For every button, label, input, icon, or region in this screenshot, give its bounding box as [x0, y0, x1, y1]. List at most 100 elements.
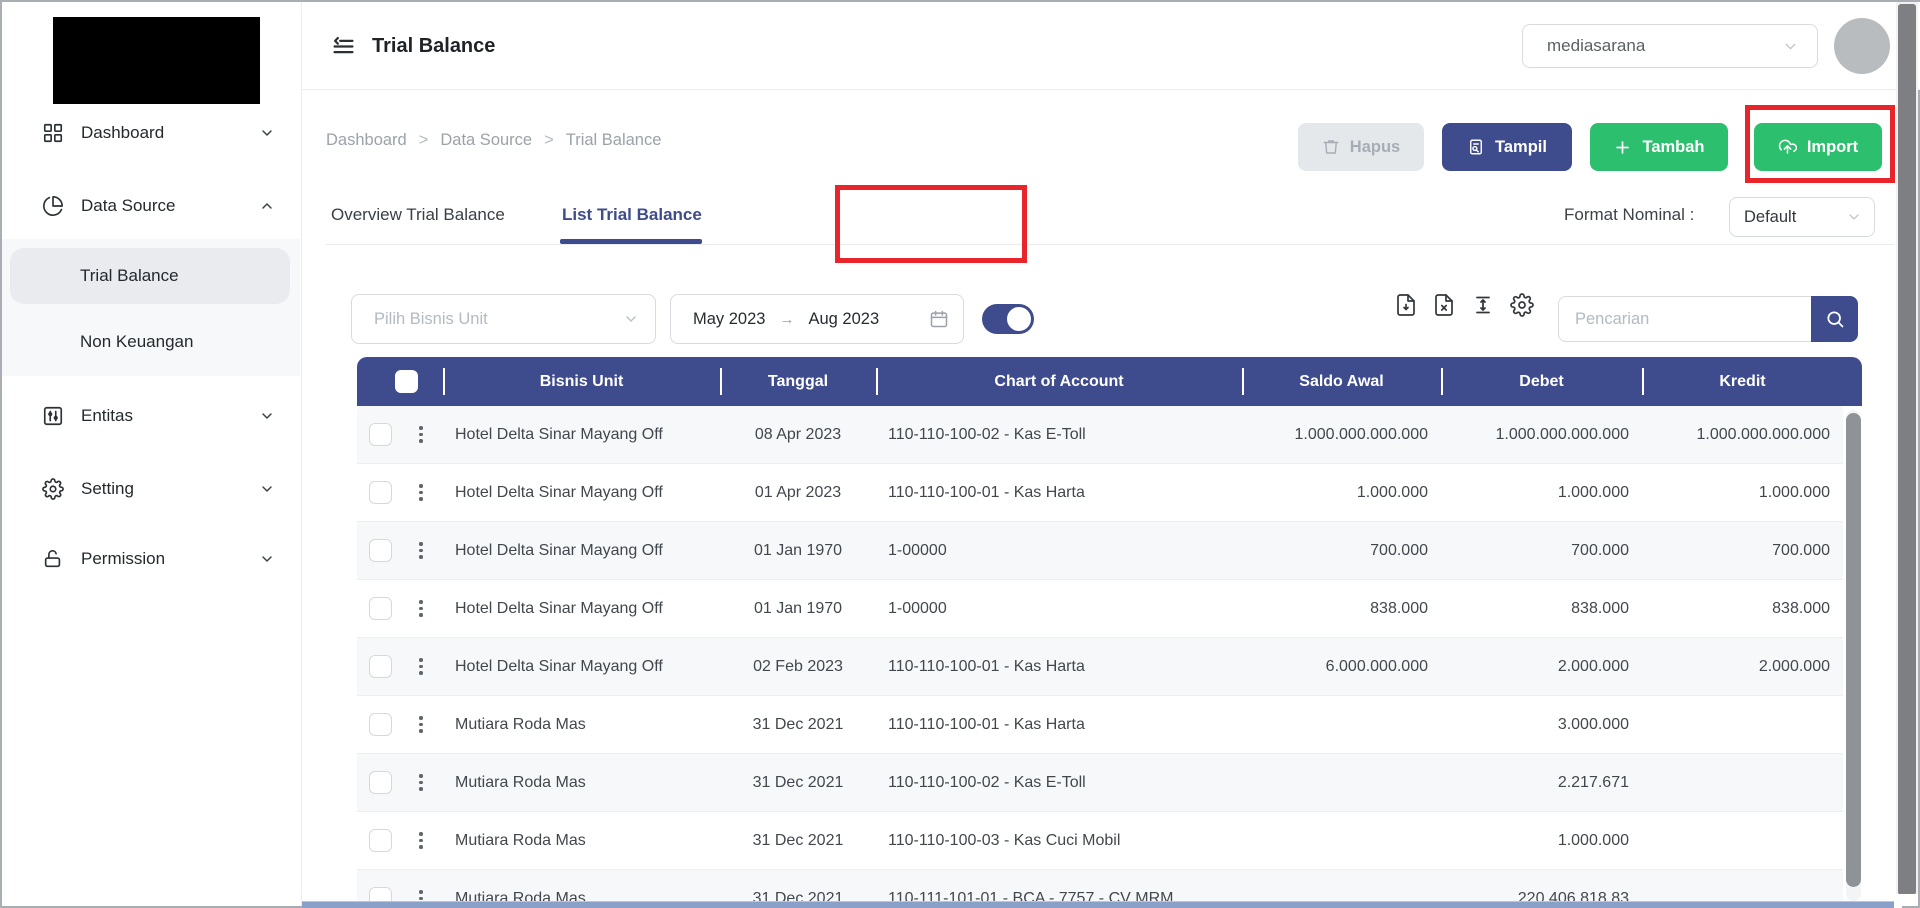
date-from-value: May 2023	[693, 310, 765, 329]
tabs-divider	[326, 244, 1894, 245]
date-range-arrow-icon: →	[775, 311, 798, 328]
cell-kredit: 1.000.000.000.000	[1642, 406, 1843, 463]
user-avatar[interactable]	[1834, 18, 1890, 74]
cell-kredit	[1642, 812, 1843, 869]
sidebar-item-label: Setting	[81, 479, 134, 499]
hapus-button[interactable]: Hapus	[1298, 123, 1424, 171]
format-nominal-label: Format Nominal :	[1564, 186, 1694, 244]
bisnis-unit-select[interactable]: Pilih Bisnis Unit	[351, 294, 656, 344]
breadcrumb-dashboard[interactable]: Dashboard	[326, 131, 407, 150]
sidebar-item-setting[interactable]: Setting	[20, 467, 289, 511]
table-body: Hotel Delta Sinar Mayang Off 08 Apr 2023…	[357, 406, 1862, 908]
cell-kredit: 700.000	[1642, 522, 1843, 579]
cell-saldo-awal: 1.000.000	[1242, 464, 1441, 521]
cell-kredit	[1642, 754, 1843, 811]
row-menu-kebab-icon[interactable]	[414, 774, 428, 791]
sidebar: Dashboard Data Source Trial Balance Non …	[2, 2, 302, 906]
cell-bisnis-unit: Hotel Delta Sinar Mayang Off	[443, 638, 720, 695]
table-settings-icon[interactable]	[1510, 293, 1534, 317]
page-scrollbar-thumb[interactable]	[1898, 4, 1916, 895]
column-header-saldo-awal[interactable]: Saldo Awal	[1242, 357, 1441, 406]
sidebar-item-label: Non Keuangan	[80, 332, 193, 352]
search-input[interactable]	[1558, 296, 1811, 342]
row-menu-kebab-icon[interactable]	[414, 426, 428, 443]
breadcrumb-data-source[interactable]: Data Source	[440, 131, 532, 150]
cell-debet: 1.000.000	[1441, 812, 1642, 869]
sidebar-collapse-icon[interactable]	[330, 33, 357, 60]
cell-bisnis-unit: Hotel Delta Sinar Mayang Off	[443, 406, 720, 463]
chevron-down-icon	[1782, 38, 1799, 55]
sidebar-item-trial-balance[interactable]: Trial Balance	[10, 248, 290, 304]
page-scrollbar-track[interactable]	[1896, 2, 1918, 906]
column-header-bisnis-unit[interactable]: Bisnis Unit	[443, 357, 720, 406]
sidebar-item-dashboard[interactable]: Dashboard	[20, 111, 289, 155]
cell-debet: 2.000.000	[1441, 638, 1642, 695]
chevron-down-icon	[1846, 209, 1862, 225]
cell-kredit	[1642, 696, 1843, 753]
data-source-submenu: Trial Balance Non Keuangan	[2, 239, 300, 376]
row-checkbox[interactable]	[369, 655, 392, 678]
filter-toggle[interactable]	[982, 304, 1034, 334]
row-checkbox[interactable]	[369, 597, 392, 620]
row-checkbox[interactable]	[369, 481, 392, 504]
column-header-debet[interactable]: Debet	[1441, 357, 1642, 406]
cell-tanggal: 01 Apr 2023	[720, 464, 876, 521]
row-checkbox[interactable]	[369, 539, 392, 562]
row-checkbox[interactable]	[369, 713, 392, 736]
tampil-button[interactable]: Tampil	[1442, 123, 1572, 171]
row-menu-kebab-icon[interactable]	[414, 484, 428, 501]
export-excel-icon[interactable]	[1432, 293, 1456, 317]
cell-tanggal: 01 Jan 1970	[720, 522, 876, 579]
cell-saldo-awal	[1242, 812, 1441, 869]
cell-tanggal: 31 Dec 2021	[720, 812, 876, 869]
horizontal-scrollbar[interactable]	[302, 901, 1894, 908]
workspace-select[interactable]: mediasarana	[1522, 24, 1818, 68]
page-scrollbar-corner	[1896, 894, 1918, 906]
sidebar-item-label: Entitas	[81, 406, 133, 426]
sidebar-item-non-keuangan[interactable]: Non Keuangan	[10, 314, 290, 370]
format-nominal-select[interactable]: Default	[1729, 197, 1875, 237]
cell-chart-of-account: 110-110-100-01 - Kas Harta	[876, 464, 1242, 521]
cell-chart-of-account: 1-00000	[876, 580, 1242, 637]
row-menu-kebab-icon[interactable]	[414, 716, 428, 733]
cell-chart-of-account: 110-110-100-01 - Kas Harta	[876, 696, 1242, 753]
cell-chart-of-account: 1-00000	[876, 522, 1242, 579]
row-checkbox[interactable]	[369, 423, 392, 446]
sidebar-item-entitas[interactable]: Entitas	[20, 394, 289, 438]
column-header-chart-of-account[interactable]: Chart of Account	[876, 357, 1242, 406]
row-checkbox[interactable]	[369, 771, 392, 794]
tab-overview-trial-balance[interactable]: Overview Trial Balance	[331, 186, 505, 244]
tambah-button[interactable]: Tambah	[1590, 123, 1728, 171]
cell-debet: 2.217.671	[1441, 754, 1642, 811]
select-all-checkbox[interactable]	[395, 370, 418, 393]
cell-saldo-awal: 838.000	[1242, 580, 1441, 637]
search-button[interactable]	[1811, 296, 1858, 342]
sidebar-item-data-source[interactable]: Data Source	[20, 184, 289, 228]
pie-chart-icon	[42, 195, 64, 217]
row-menu-kebab-icon[interactable]	[414, 600, 428, 617]
table-vertical-scrollbar-thumb[interactable]	[1846, 413, 1861, 887]
row-checkbox[interactable]	[369, 829, 392, 852]
export-pdf-icon[interactable]	[1394, 293, 1418, 317]
cell-saldo-awal	[1242, 754, 1441, 811]
row-menu-kebab-icon[interactable]	[414, 832, 428, 849]
column-header-kredit[interactable]: Kredit	[1642, 357, 1843, 406]
date-range-picker[interactable]: May 2023 → Aug 2023	[670, 294, 964, 344]
plus-icon	[1613, 138, 1632, 157]
table-row: Hotel Delta Sinar Mayang Off 02 Feb 2023…	[357, 638, 1843, 696]
import-button[interactable]: Import	[1754, 123, 1882, 171]
row-height-icon[interactable]	[1471, 293, 1495, 317]
tab-list-trial-balance[interactable]: List Trial Balance	[562, 186, 702, 244]
chevron-down-icon	[259, 408, 275, 424]
sidebar-item-permission[interactable]: Permission	[20, 537, 289, 581]
table-row: Hotel Delta Sinar Mayang Off 01 Jan 1970…	[357, 522, 1843, 580]
cell-tanggal: 31 Dec 2021	[720, 696, 876, 753]
chevron-down-icon	[259, 551, 275, 567]
row-menu-kebab-icon[interactable]	[414, 658, 428, 675]
page-title: Trial Balance	[372, 2, 495, 90]
cell-debet: 1.000.000.000.000	[1441, 406, 1642, 463]
cell-bisnis-unit: Mutiara Roda Mas	[443, 696, 720, 753]
column-header-tanggal[interactable]: Tanggal	[720, 357, 876, 406]
breadcrumb-separator: >	[544, 131, 554, 150]
row-menu-kebab-icon[interactable]	[414, 542, 428, 559]
